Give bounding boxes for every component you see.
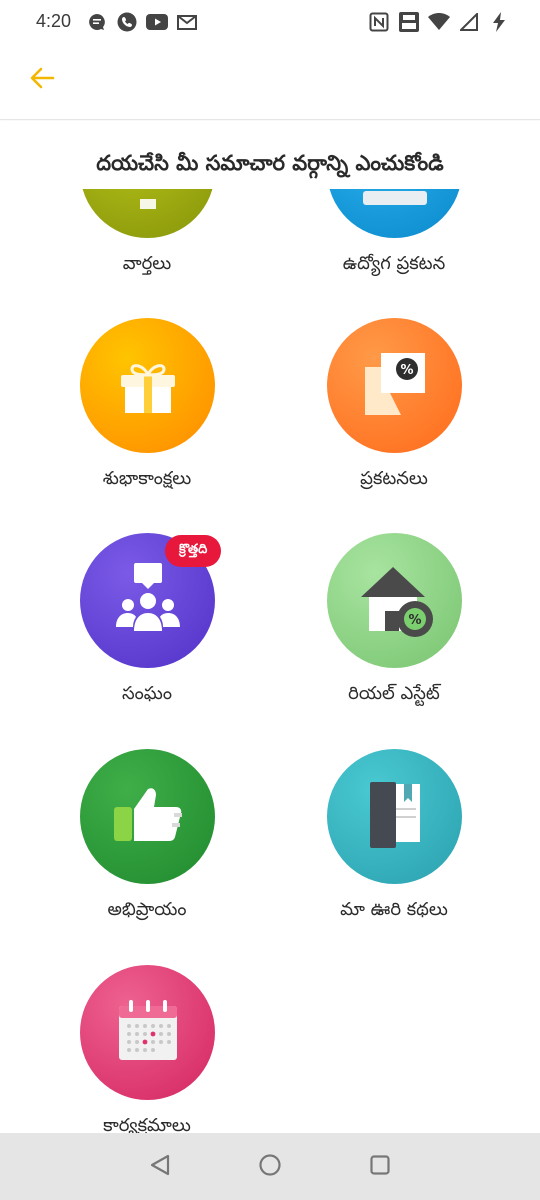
category-item-opinion[interactable]: అభిప్రాయం [47,749,247,949]
calendar-icon [115,998,181,1068]
nav-recents-button[interactable] [366,1153,394,1181]
category-label: ప్రకటనలు [360,468,428,489]
new-badge: క్రొత్తది [165,535,222,567]
gift-icon [115,351,181,421]
back-button[interactable] [22,62,62,98]
house-discount-icon: % [353,557,437,645]
nav-back-button[interactable] [146,1153,174,1181]
phone-icon [116,12,138,32]
wifi-icon [428,12,450,32]
chat-bubble-icon [86,12,108,32]
category-circle [80,965,215,1100]
system-nav-bar [0,1133,540,1200]
category-item-greetings[interactable]: శుభాకాంక్షలు [47,318,247,518]
category-label: రియల్ ఎస్టేట్ [348,683,440,704]
youtube-icon [146,12,168,32]
category-label: వార్తలు [122,253,172,274]
volte-icon [398,12,420,32]
recents-square-icon [368,1153,392,1181]
category-list[interactable]: దయచేసి మీ సమాచార వర్గాన్ని ఎంచుకోండి వార… [0,121,540,1133]
category-label: సంఘం [122,683,172,704]
home-circle-icon [258,1153,282,1181]
notification-icons [86,12,198,32]
category-label: మా ఊరి కథలు [340,899,448,920]
nav-home-button[interactable] [256,1153,284,1181]
category-circle [80,318,215,453]
arrow-left-icon [29,67,55,93]
page-title: దయచేసి మీ సమాచార వర్గాన్ని ఎంచుకోండి [96,151,444,175]
category-circle [80,749,215,884]
signal-icon [458,12,480,32]
community-icon [108,561,188,641]
category-label: ఉద్యోగ ప్రకటన [342,253,446,274]
category-label: కార్యక్రమాలు [103,1115,191,1133]
back-triangle-icon [148,1153,172,1181]
category-item-ads[interactable]: % ప్రకటనలు [294,318,494,518]
category-item-real-estate[interactable]: % రియల్ ఎస్టేట్ [294,533,494,733]
category-item-events[interactable]: కార్యక్రమాలు [47,965,247,1133]
nfc-icon [368,12,390,32]
category-item-village-stories[interactable]: మా ఊరి కథలు [294,749,494,949]
category-label: అభిప్రాయం [107,899,187,920]
app-bar [0,44,540,120]
discount-tag-icon: % [359,349,431,423]
category-circle: % [327,533,462,668]
category-circle [327,749,462,884]
thumbs-up-icon [108,783,188,851]
category-circle: % [327,318,462,453]
category-item-community[interactable]: క్రొత్తది సంఘం [47,533,247,733]
status-bar: 4:20 [0,0,540,44]
category-label: శుభాకాంక్షలు [102,468,192,489]
battery-charging-icon [488,12,510,32]
svg-text:%: % [400,363,413,378]
gmail-icon [176,12,198,32]
book-icon [360,778,430,856]
svg-text:%: % [408,613,421,628]
status-time: 4:20 [36,11,72,31]
system-icons [368,12,510,32]
